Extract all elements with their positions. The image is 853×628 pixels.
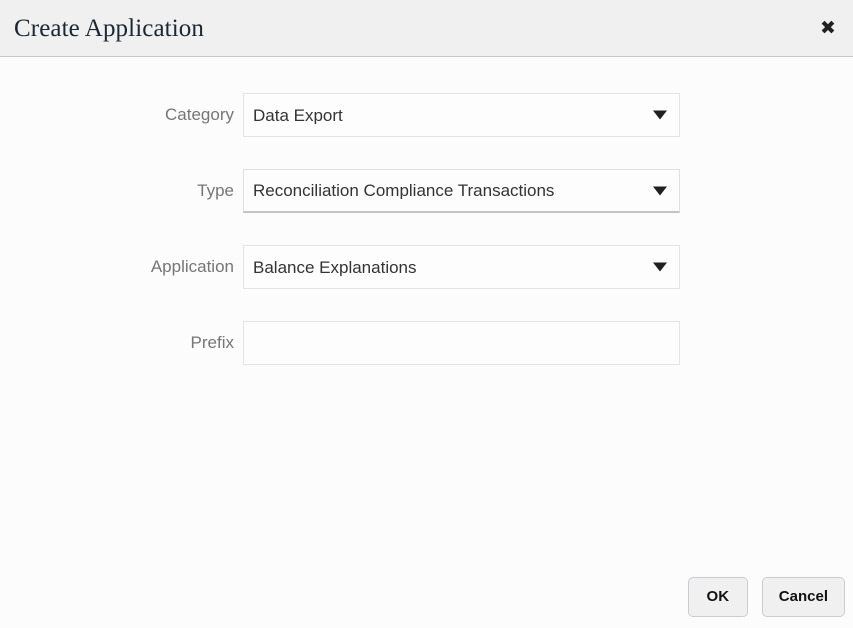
dialog-header: Create Application ✖ bbox=[0, 0, 853, 57]
application-value: Balance Explanations bbox=[244, 259, 679, 276]
form-row-category: Category Data Export bbox=[0, 93, 853, 137]
chevron-down-icon bbox=[653, 111, 667, 120]
type-label: Type bbox=[0, 169, 243, 213]
category-value: Data Export bbox=[244, 107, 679, 124]
chevron-down-icon bbox=[653, 263, 667, 272]
form-row-type: Type Reconciliation Compliance Transacti… bbox=[0, 169, 853, 213]
page-title: Create Application bbox=[14, 16, 839, 41]
prefix-input[interactable] bbox=[243, 321, 680, 365]
form-row-application: Application Balance Explanations bbox=[0, 245, 853, 289]
type-dropdown[interactable]: Reconciliation Compliance Transactions bbox=[243, 169, 680, 213]
ok-button[interactable]: OK bbox=[688, 577, 748, 617]
type-value: Reconciliation Compliance Transactions bbox=[244, 182, 679, 199]
close-button[interactable]: ✖ bbox=[813, 13, 843, 43]
dialog-body: Category Data Export Type Reconciliation… bbox=[0, 57, 853, 565]
category-label: Category bbox=[0, 93, 243, 137]
form-row-prefix: Prefix bbox=[0, 321, 853, 365]
prefix-label: Prefix bbox=[0, 321, 243, 365]
close-icon: ✖ bbox=[820, 19, 836, 38]
cancel-button[interactable]: Cancel bbox=[762, 577, 845, 617]
chevron-down-icon bbox=[653, 186, 667, 195]
application-dropdown[interactable]: Balance Explanations bbox=[243, 245, 680, 289]
category-dropdown[interactable]: Data Export bbox=[243, 93, 680, 137]
dialog-footer: OK Cancel bbox=[0, 565, 853, 628]
create-application-dialog: Create Application ✖ Category Data Expor… bbox=[0, 0, 853, 628]
application-label: Application bbox=[0, 245, 243, 289]
